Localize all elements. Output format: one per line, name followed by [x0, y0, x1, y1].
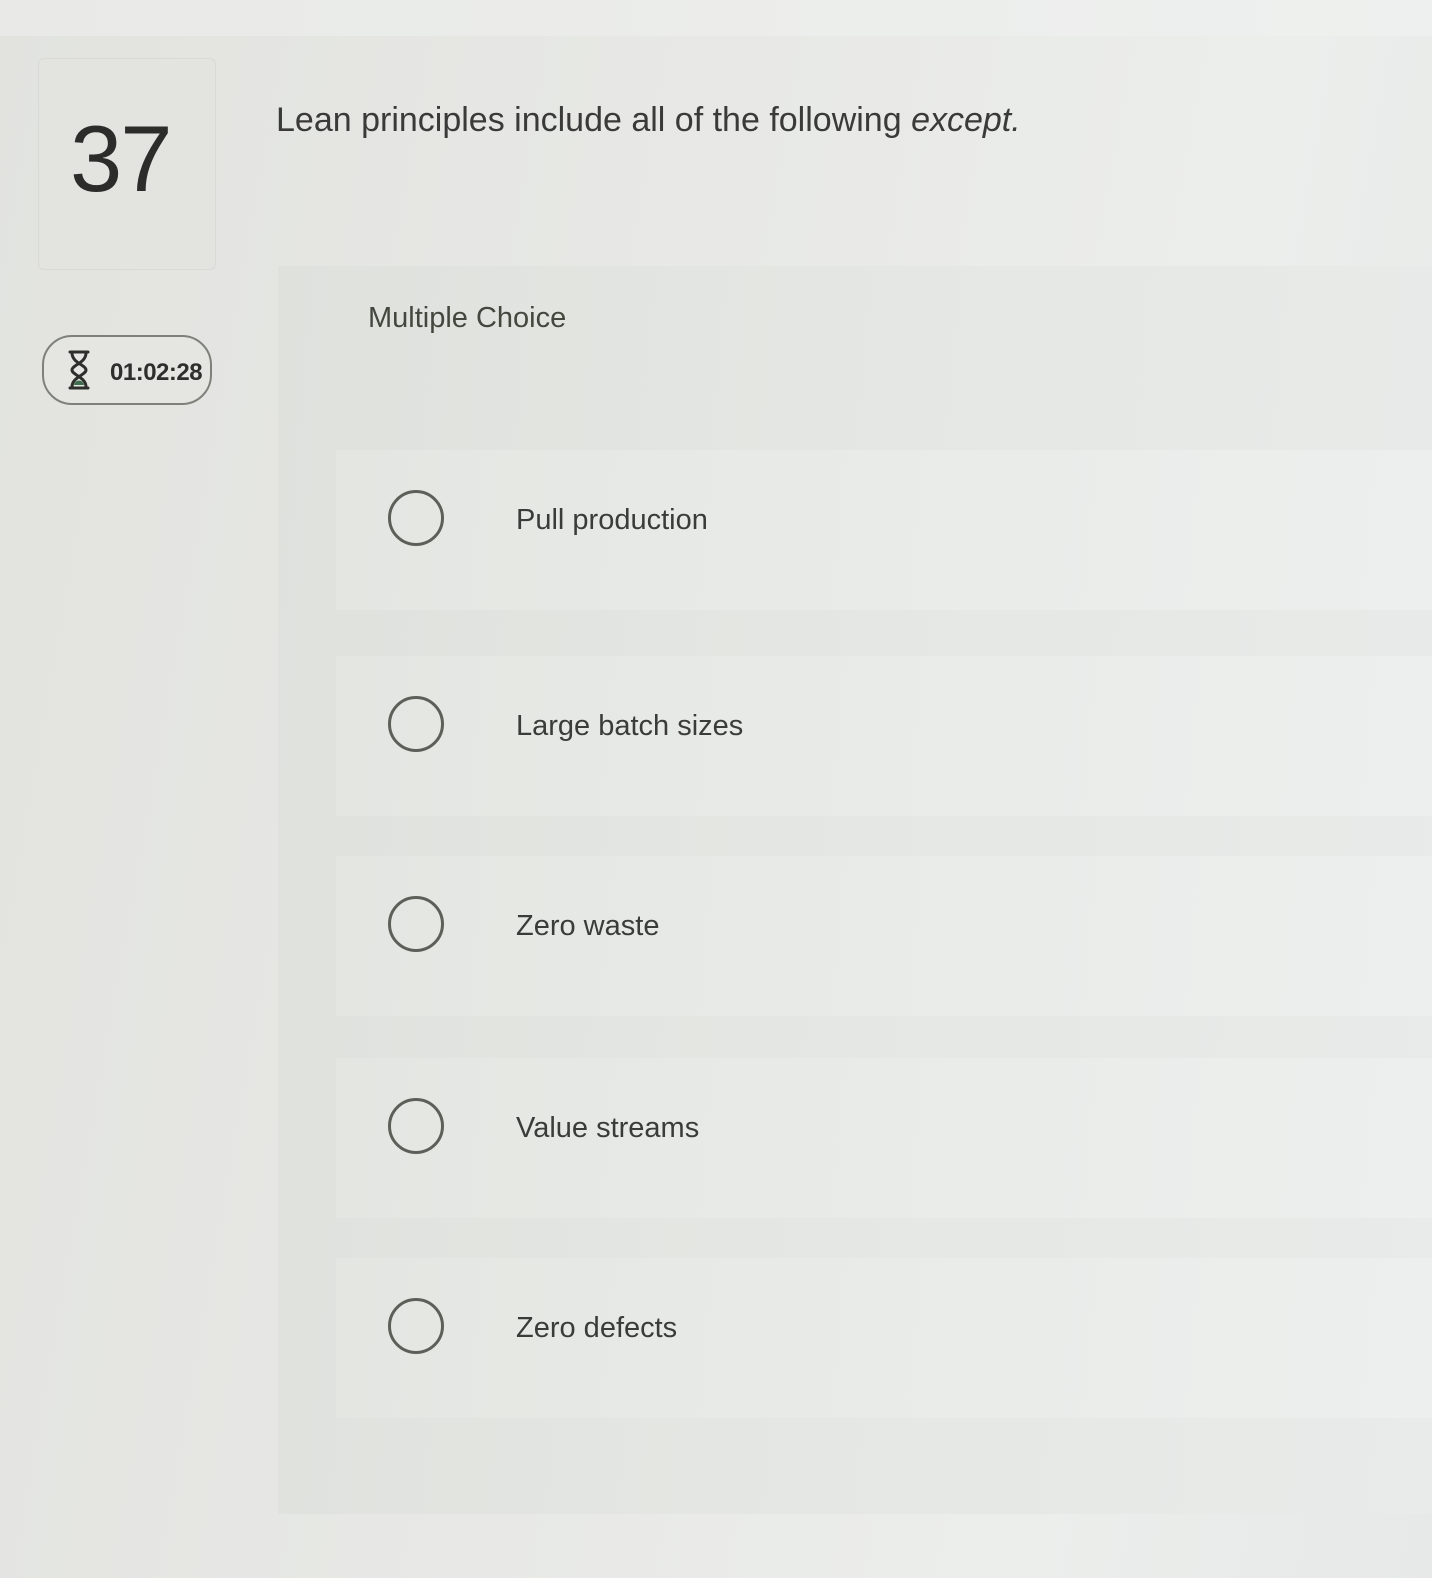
answer-option-label: Large batch sizes [516, 710, 744, 742]
question-prompt: Lean principles include all of the follo… [276, 100, 1021, 141]
answer-option[interactable]: Zero defects [336, 1258, 1432, 1418]
radio-button[interactable] [388, 696, 444, 752]
answer-option[interactable]: Value streams [336, 1058, 1432, 1218]
answer-option[interactable]: Large batch sizes [336, 656, 1432, 816]
radio-button[interactable] [388, 1298, 444, 1354]
hourglass-icon [68, 350, 90, 390]
answer-option-label: Value streams [516, 1112, 700, 1144]
question-prompt-text: Lean principles include all of the follo… [276, 101, 912, 139]
answer-option[interactable]: Pull production [336, 450, 1432, 610]
radio-button[interactable] [388, 896, 444, 952]
question-number: 37 [70, 106, 173, 211]
radio-button[interactable] [388, 490, 444, 546]
radio-button[interactable] [388, 1098, 444, 1154]
answer-option-label: Pull production [516, 504, 708, 536]
answer-option[interactable]: Zero waste [336, 856, 1432, 1016]
timer-badge: 01:02:28 [42, 335, 212, 405]
question-type-label: Multiple Choice [368, 302, 567, 334]
question-prompt-emphasis: except. [911, 101, 1021, 139]
answer-option-label: Zero waste [516, 910, 660, 942]
timer-value: 01:02:28 [110, 359, 203, 386]
answer-option-label: Zero defects [516, 1312, 678, 1344]
top-bar [0, 0, 1432, 36]
